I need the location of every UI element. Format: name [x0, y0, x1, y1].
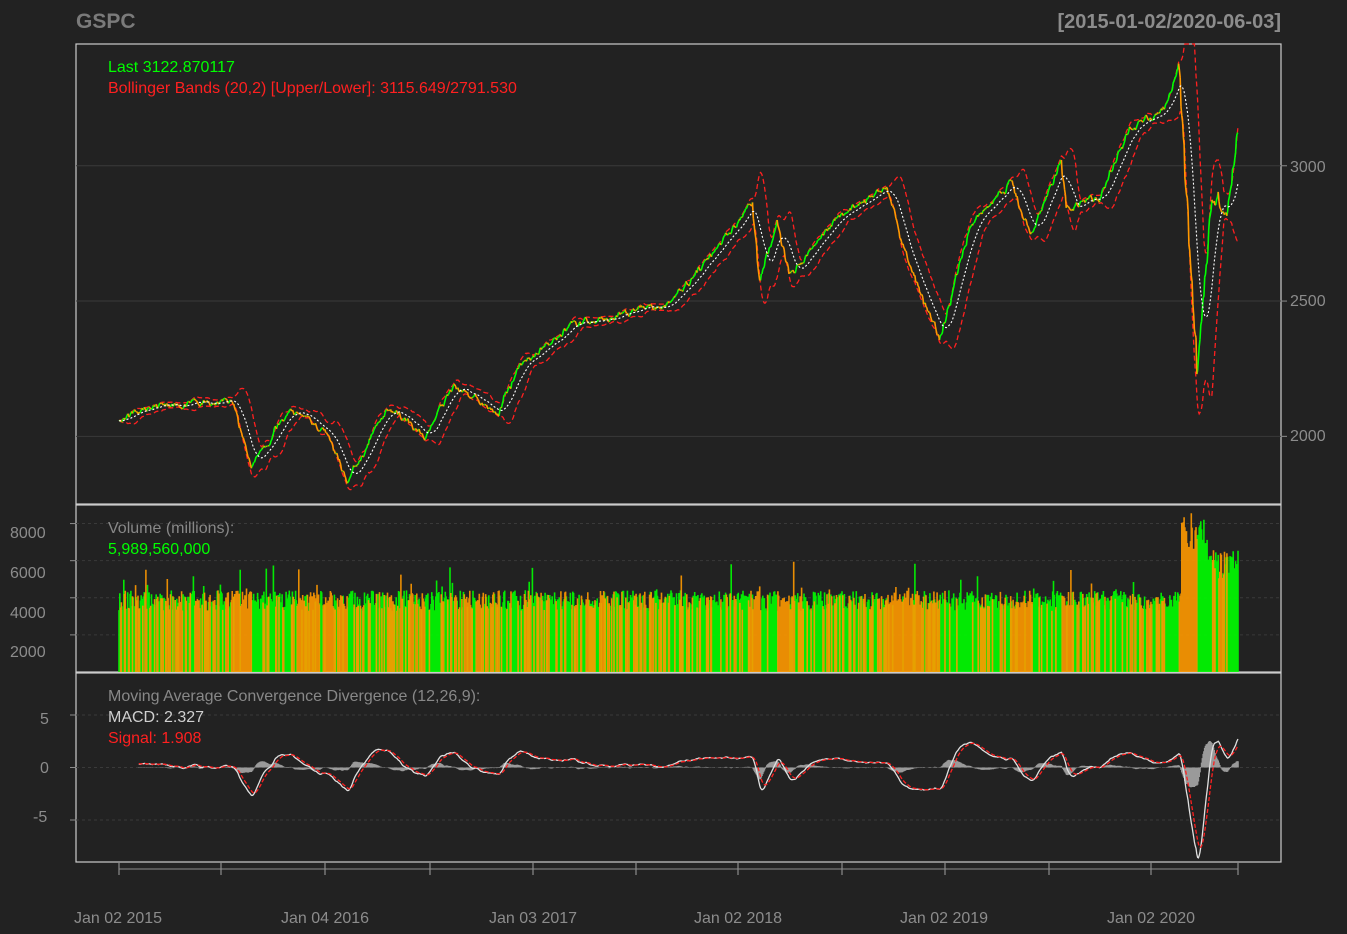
chart-canvas — [70, 43, 1287, 875]
x-tick-label: Jan 02 2019 — [899, 910, 989, 927]
macd-value-label: MACD: 2.327 — [108, 709, 205, 726]
macd-tick-label: 0 — [40, 760, 49, 777]
macd-tick-label: -5 — [33, 809, 48, 826]
macd-title: Moving Average Convergence Divergence (1… — [108, 688, 481, 705]
price-tick-label: 2000 — [1290, 428, 1326, 445]
x-tick-label: Jan 02 2015 — [73, 910, 163, 927]
x-tick-label: Jan 02 2018 — [693, 910, 783, 927]
x-tick-label: Jan 04 2016 — [280, 910, 370, 927]
price-last-label: Last 3122.870117 — [108, 59, 235, 76]
volume-tick-label: 2000 — [10, 644, 46, 661]
date-range: [2015-01-02/2020-06-03] — [1057, 11, 1282, 33]
volume-tick-label: 4000 — [10, 605, 46, 622]
macd-tick-label: 5 — [40, 711, 49, 728]
price-tick-label: 3000 — [1290, 159, 1326, 176]
volume-value: 5,989,560,000 — [108, 541, 211, 558]
volume-label: Volume (millions): — [108, 520, 235, 537]
volume-tick-label: 8000 — [10, 525, 46, 542]
x-tick-label: Jan 02 2020 — [1106, 910, 1196, 927]
bbands-label: Bollinger Bands (20,2) [Upper/Lower]: 31… — [108, 80, 517, 97]
signal-value-label: Signal: 1.908 — [108, 730, 202, 747]
price-tick-label: 2500 — [1290, 293, 1326, 310]
chart-title: GSPC — [76, 10, 136, 33]
price-panel — [75, 43, 1282, 505]
x-tick-label: Jan 03 2017 — [488, 910, 578, 927]
volume-tick-label: 6000 — [10, 565, 46, 582]
